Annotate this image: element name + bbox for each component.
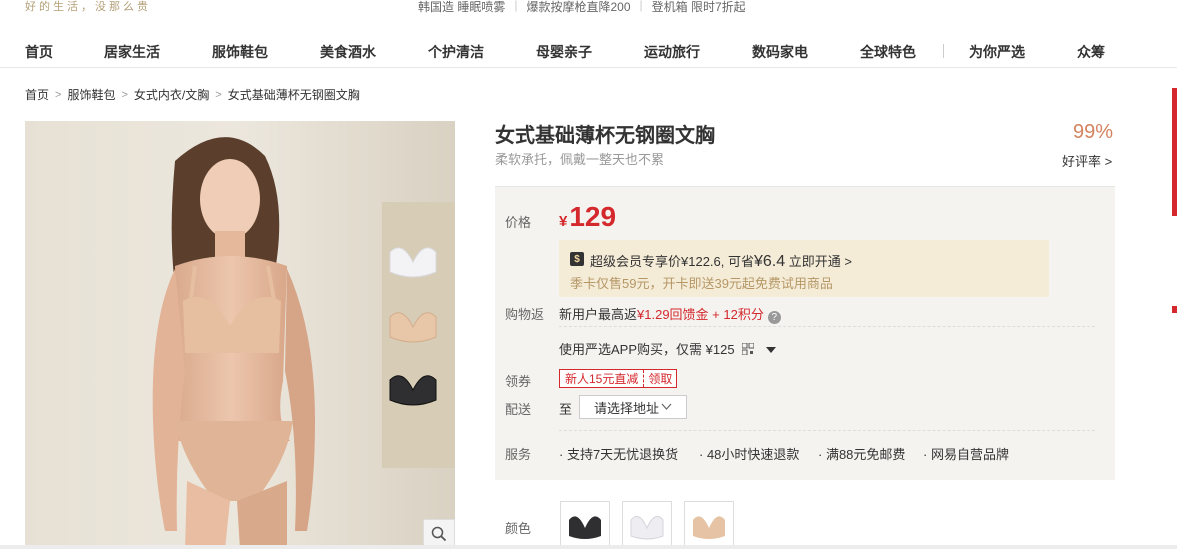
- price-label: 价格: [505, 215, 532, 230]
- breadcrumb-apparel[interactable]: 服饰鞋包: [67, 86, 115, 103]
- nav-item-baby[interactable]: 母婴亲子: [536, 42, 592, 62]
- service-refund: · 48小时快速退款: [699, 447, 800, 462]
- color-swatch-nude[interactable]: [684, 501, 734, 549]
- bra-black-image: [569, 516, 601, 539]
- nav-item-personal-care[interactable]: 个护清洁: [428, 42, 484, 62]
- service-brand: · 网易自营品牌: [923, 447, 1009, 462]
- rebate-value: ¥1.29回馈金 + 12积分: [637, 307, 764, 322]
- vip-price-line: 超级会员专享价¥122.6, 可省¥6.4 立即开通 >: [590, 251, 852, 271]
- nav-item-food[interactable]: 美食酒水: [320, 42, 376, 62]
- color-swatch-black[interactable]: [560, 501, 610, 549]
- nav-item-for-you[interactable]: 为你严选: [969, 42, 1025, 62]
- currency-symbol: ¥: [559, 213, 568, 230]
- product-main-image[interactable]: [25, 121, 455, 549]
- bra-nude-image: [693, 516, 725, 539]
- coupon-label: 领券: [505, 374, 532, 389]
- help-icon[interactable]: ?: [767, 311, 781, 324]
- address-placeholder: 请选择地址: [594, 400, 660, 416]
- chevron-right-icon: >: [215, 88, 222, 101]
- purchase-panel: 价格 ¥ 129 $ 超级会员专享价¥122.6, 可省¥6.4 立即开通 > …: [495, 186, 1115, 480]
- bra-white-image: [630, 515, 664, 540]
- service-return: · 支持7天无忧退换货: [559, 447, 679, 462]
- nav-divider: [943, 44, 944, 58]
- rating-link[interactable]: 好评率 >: [1062, 151, 1112, 170]
- coupon-claim-button[interactable]: 领取: [643, 370, 676, 387]
- coupon-text: 新人15元直减: [565, 372, 639, 386]
- promo-link-3[interactable]: 登机箱 限时7折起: [652, 0, 746, 15]
- price-value: 129: [569, 201, 617, 232]
- vip-save-amount: ¥6.4: [754, 253, 786, 270]
- side-floating-tab[interactable]: [1172, 88, 1177, 313]
- breadcrumb-current: 女式基础薄杯无钢圈文胸: [227, 88, 360, 102]
- price: ¥ 129: [559, 201, 616, 233]
- service-shipping: · 满88元免邮费: [818, 447, 906, 462]
- delivery-to: 至: [559, 402, 573, 417]
- top-bar: 好的生活，没那么贵 韩国造 睡眠喷雾 | 爆款按摩枪直降200 | 登机箱 限时…: [0, 0, 1177, 14]
- promo-links: 韩国造 睡眠喷雾 | 爆款按摩枪直降200 | 登机箱 限时7折起: [418, 0, 746, 15]
- divider: |: [639, 0, 643, 12]
- rebate-label: 购物返: [505, 307, 545, 322]
- nav-item-global[interactable]: 全球特色: [860, 42, 916, 62]
- vip-open-link[interactable]: 立即开通 >: [785, 254, 852, 269]
- chevron-right-icon: >: [55, 88, 62, 101]
- promo-link-2[interactable]: 爆款按摩枪直降200: [526, 0, 630, 15]
- vip-dollar-icon: $: [570, 252, 584, 266]
- rating-value: 99%: [1073, 121, 1114, 143]
- chevron-down-icon: [661, 403, 672, 410]
- caret-down-icon: [765, 347, 776, 353]
- rebate-info: 新用户最高返¥1.29回馈金 + 12积分?: [559, 304, 781, 324]
- nav-item-apparel[interactable]: 服饰鞋包: [212, 42, 268, 62]
- thumbnail-white[interactable]: [382, 232, 444, 290]
- bottom-scroll-shadow: [0, 545, 1177, 549]
- thumbnail-black[interactable]: [382, 360, 444, 418]
- color-swatch-white[interactable]: [622, 501, 672, 549]
- nav-item-crowdfunding[interactable]: 众筹: [1077, 42, 1105, 62]
- dashed-divider: [559, 326, 1095, 327]
- rebate-prefix: 新用户最高返: [559, 307, 638, 322]
- divider: |: [514, 0, 518, 12]
- thumbnail-strip: [382, 202, 455, 468]
- nav-item-digital[interactable]: 数码家电: [752, 42, 808, 62]
- coupon-tag[interactable]: 新人15元直减 领取: [559, 369, 678, 388]
- app-price-line[interactable]: 使用严选APP购买，仅需 ¥125: [559, 339, 776, 358]
- service-label: 服务: [505, 447, 532, 462]
- promo-link-1[interactable]: 韩国造 睡眠喷雾: [418, 0, 505, 15]
- breadcrumb-lingerie[interactable]: 女式内衣/文胸: [134, 86, 209, 103]
- site-slogan: 好的生活，没那么贵: [25, 1, 151, 13]
- breadcrumb-home[interactable]: 首页: [25, 86, 49, 103]
- vip-note: 季卡仅售59元，开卡即送39元起免费试用商品: [570, 276, 833, 291]
- vip-banner: $ 超级会员专享价¥122.6, 可省¥6.4 立即开通 > 季卡仅售59元，开…: [559, 240, 1049, 297]
- chevron-right-icon: >: [121, 88, 128, 101]
- dashed-divider: [559, 430, 1095, 431]
- main-nav: 首页 居家生活 服饰鞋包 美食酒水 个护清洁 母婴亲子 运动旅行 数码家电 全球…: [0, 38, 1177, 68]
- vip-price-text: 超级会员专享价¥122.6, 可省: [590, 254, 754, 269]
- thumbnail-nude[interactable]: [382, 297, 444, 355]
- app-price-text: 使用严选APP购买，仅需 ¥125: [559, 342, 735, 357]
- delivery-label: 配送: [505, 402, 532, 417]
- color-label: 颜色: [505, 521, 532, 536]
- search-icon: [431, 526, 447, 542]
- nav-item-home[interactable]: 首页: [25, 42, 53, 62]
- qrcode-icon: [741, 342, 755, 356]
- nav-item-home-living[interactable]: 居家生活: [104, 42, 160, 62]
- breadcrumb: 首页 > 服饰鞋包 > 女式内衣/文胸 > 女式基础薄杯无钢圈文胸: [25, 86, 360, 103]
- nav-item-sports[interactable]: 运动旅行: [644, 42, 700, 62]
- address-select[interactable]: 请选择地址: [579, 395, 687, 419]
- product-subtitle: 柔软承托，佩戴一整天也不累: [495, 152, 665, 167]
- product-title: 女式基础薄杯无钢圈文胸: [495, 125, 715, 147]
